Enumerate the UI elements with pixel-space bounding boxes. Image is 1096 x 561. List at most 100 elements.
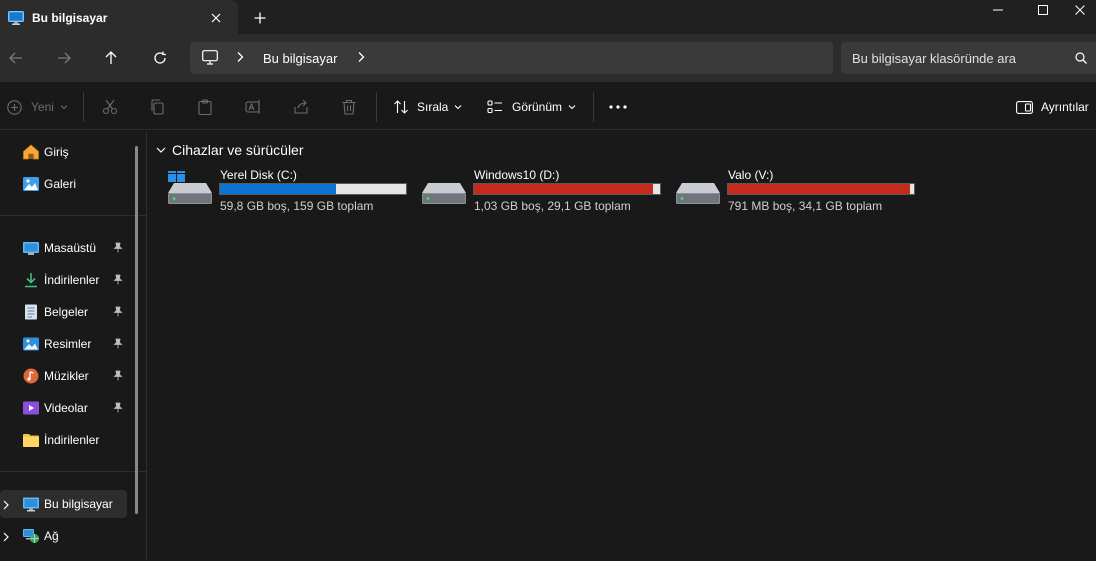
arrow-left-icon — [9, 52, 22, 64]
close-tab-button[interactable] — [205, 7, 227, 29]
sidebar-item-documents[interactable]: Belgeler — [0, 298, 127, 326]
sidebar-item-network[interactable]: Ağ — [0, 522, 127, 550]
view-list-icon — [487, 100, 502, 114]
monitor-icon — [8, 11, 24, 28]
view-button-label: Görünüm — [512, 100, 563, 114]
address-bar[interactable]: Bu bilgisayar — [190, 42, 833, 74]
hard-drive-icon — [676, 171, 722, 210]
pin-icon[interactable] — [113, 242, 123, 256]
toolbar-divider — [83, 92, 84, 122]
minimize-button[interactable] — [974, 0, 1022, 20]
drive-name: Yerel Disk (C:) — [220, 168, 297, 182]
sidebar-item-label: Masaüstü — [44, 241, 97, 255]
maximize-icon — [1038, 5, 1048, 15]
sidebar-item-music[interactable]: Müzikler — [0, 362, 127, 390]
pin-icon[interactable] — [113, 338, 123, 352]
sidebar-scrollbar[interactable] — [135, 146, 138, 514]
sidebar-item-downloads-folder[interactable]: İndirilenler — [0, 426, 127, 454]
monitor-icon — [202, 50, 218, 68]
copy-button[interactable] — [149, 94, 165, 120]
pin-icon[interactable] — [113, 370, 123, 384]
drive-usage-fill — [220, 184, 337, 194]
search-input[interactable] — [841, 42, 1071, 74]
cut-button[interactable] — [102, 94, 118, 120]
group-title: Cihazlar ve sürücüler — [172, 142, 304, 158]
home-icon — [22, 144, 40, 160]
close-window-button[interactable] — [1064, 0, 1096, 20]
navigation-pane: Giriş Galeri Masaüstü İndirilenler Belge… — [0, 131, 147, 561]
new-button[interactable]: Yeni — [7, 94, 68, 120]
rename-icon — [245, 100, 260, 114]
delete-button[interactable] — [341, 94, 357, 120]
sidebar-divider — [0, 215, 147, 216]
breadcrumb-bu-bilgisayar[interactable]: Bu bilgisayar — [263, 51, 337, 66]
rename-button[interactable] — [245, 94, 263, 120]
plus-icon — [254, 12, 266, 24]
chevron-right-icon[interactable] — [3, 531, 9, 545]
sidebar-item-home[interactable]: Giriş — [0, 138, 127, 166]
monitor-icon — [22, 496, 40, 512]
content-area: Cihazlar ve sürücüler Yerel Disk (C:) 59… — [148, 131, 1096, 561]
drive-size-text: 791 MB boş, 34,1 GB toplam — [728, 199, 883, 213]
chevron-down-icon — [568, 105, 576, 110]
drive-name: Valo (V:) — [728, 168, 774, 182]
drive-item-d[interactable]: Windows10 (D:) 1,03 GB boş, 29,1 GB topl… — [422, 165, 672, 215]
pictures-icon — [22, 336, 40, 352]
drive-usage-fill — [728, 184, 910, 194]
share-button[interactable] — [293, 94, 309, 120]
search-icon[interactable] — [1075, 52, 1087, 67]
documents-icon — [22, 304, 40, 320]
new-button-label: Yeni — [31, 100, 54, 114]
refresh-icon — [154, 51, 166, 64]
sort-button[interactable]: Sırala — [393, 94, 462, 120]
group-header-devices[interactable]: Cihazlar ve sürücüler — [156, 141, 304, 159]
sidebar-item-gallery[interactable]: Galeri — [0, 170, 127, 198]
chevron-right-icon[interactable] — [236, 51, 244, 66]
drive-usage-bar — [473, 183, 661, 195]
paste-button[interactable] — [197, 94, 213, 120]
drive-item-c[interactable]: Yerel Disk (C:) 59,8 GB boş, 159 GB topl… — [168, 165, 418, 215]
pin-icon[interactable] — [113, 402, 123, 416]
sidebar-item-pictures[interactable]: Resimler — [0, 330, 127, 358]
sidebar-item-downloads[interactable]: İndirilenler — [0, 266, 127, 294]
sidebar-item-label: Resimler — [44, 337, 92, 351]
drive-usage-bar — [727, 183, 915, 195]
drive-usage-fill — [474, 184, 654, 194]
gallery-icon — [22, 176, 40, 192]
view-button[interactable]: Görünüm — [487, 94, 576, 120]
details-pane-label: Ayrıntılar — [1041, 100, 1089, 114]
sidebar-item-videos[interactable]: Videolar — [0, 394, 127, 422]
sort-button-label: Sırala — [417, 100, 449, 114]
pin-icon[interactable] — [113, 306, 123, 320]
videos-icon — [22, 400, 40, 416]
sidebar-item-label: Ağ — [44, 529, 59, 543]
up-button[interactable] — [97, 46, 125, 70]
paste-icon — [198, 99, 212, 115]
sidebar-item-desktop[interactable]: Masaüstü — [0, 234, 127, 262]
maximize-button[interactable] — [1019, 0, 1067, 20]
drive-size-text: 59,8 GB boş, 159 GB toplam — [220, 199, 374, 213]
refresh-button[interactable] — [146, 46, 174, 70]
command-bar: Yeni Sırala Görünüm Ayrıntılar — [0, 82, 1096, 130]
back-button[interactable] — [2, 46, 30, 70]
tab-title: Bu bilgisayar — [32, 11, 108, 25]
more-options-button[interactable] — [609, 94, 627, 120]
tab-bu-bilgisayar[interactable]: Bu bilgisayar — [0, 0, 238, 36]
sidebar-item-label: Bu bilgisayar — [44, 497, 113, 511]
network-icon — [22, 528, 40, 544]
chevron-right-icon[interactable] — [357, 51, 365, 66]
pin-icon[interactable] — [113, 274, 123, 288]
drive-item-v[interactable]: Valo (V:) 791 MB boş, 34,1 GB toplam — [676, 165, 926, 215]
arrow-right-icon — [58, 52, 71, 64]
chevron-right-icon[interactable] — [3, 499, 9, 513]
chevron-down-icon — [60, 105, 68, 110]
forward-button[interactable] — [50, 46, 78, 70]
sidebar-item-label: Müzikler — [44, 369, 89, 383]
music-icon — [22, 368, 40, 384]
search-box[interactable] — [841, 42, 1096, 74]
sidebar-item-this-pc[interactable]: Bu bilgisayar — [0, 490, 127, 518]
arrow-up-icon — [105, 51, 117, 64]
new-tab-button[interactable] — [248, 7, 272, 29]
details-pane-button[interactable]: Ayrıntılar — [1016, 94, 1089, 120]
sidebar-item-label: Belgeler — [44, 305, 89, 319]
